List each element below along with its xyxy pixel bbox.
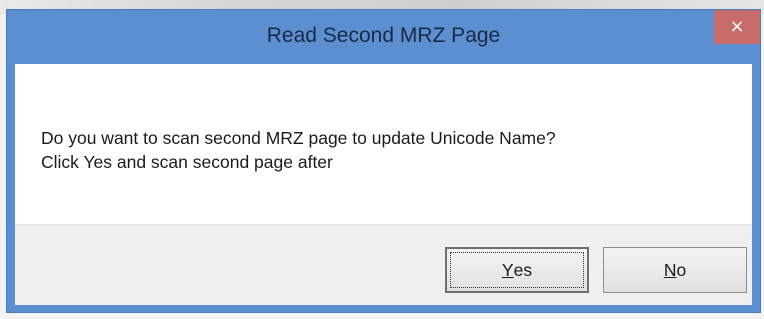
close-icon: × xyxy=(729,16,745,37)
yes-button-mnemonic: Y xyxy=(501,259,514,280)
no-button-mnemonic: N xyxy=(663,259,677,280)
dialog-message: Do you want to scan second MRZ page to u… xyxy=(41,126,741,174)
message-line-2: Click Yes and scan second page after xyxy=(41,152,333,172)
dialog-window: Read Second MRZ Page × Do you want to sc… xyxy=(7,10,760,312)
close-button[interactable]: × xyxy=(714,10,760,44)
message-line-1: Do you want to scan second MRZ page to u… xyxy=(41,128,556,148)
dialog-title: Read Second MRZ Page xyxy=(266,24,501,47)
yes-button-label: es xyxy=(513,259,533,280)
button-bar: Yes No xyxy=(15,224,752,305)
yes-button[interactable]: Yes xyxy=(445,247,589,293)
no-button-label: o xyxy=(676,259,687,280)
title-bar[interactable]: Read Second MRZ Page × xyxy=(7,10,760,64)
no-button[interactable]: No xyxy=(603,247,747,293)
dialog-body: Do you want to scan second MRZ page to u… xyxy=(15,64,752,305)
